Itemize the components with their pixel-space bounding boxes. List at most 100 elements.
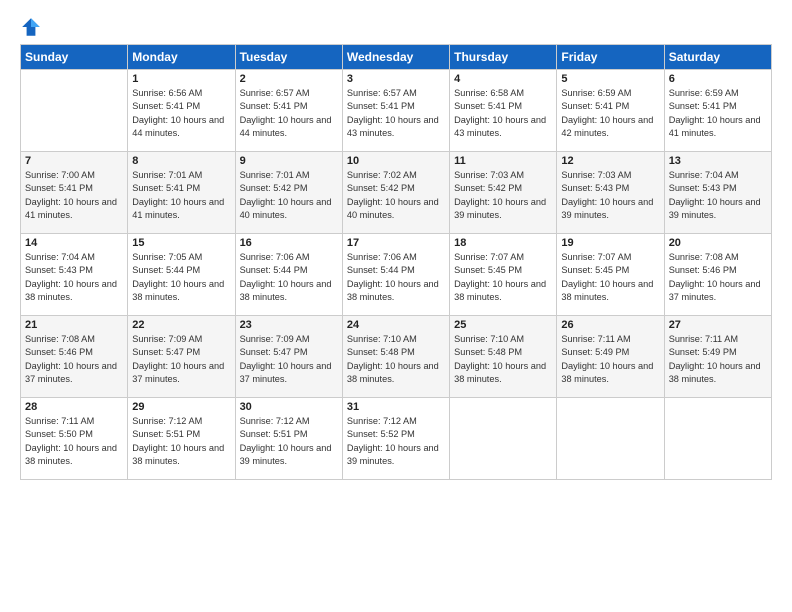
- cell-content: Sunrise: 7:00 AM Sunset: 5:41 PM Dayligh…: [25, 169, 123, 222]
- calendar-cell: 10 Sunrise: 7:02 AM Sunset: 5:42 PM Dayli…: [342, 152, 449, 234]
- calendar-cell: 24 Sunrise: 7:10 AM Sunset: 5:48 PM Dayli…: [342, 316, 449, 398]
- day-number: 17: [347, 237, 445, 249]
- day-number: 12: [561, 155, 659, 167]
- day-number: 2: [240, 73, 338, 85]
- cell-content: Sunrise: 6:56 AM Sunset: 5:41 PM Dayligh…: [132, 87, 230, 140]
- calendar-cell: 23 Sunrise: 7:09 AM Sunset: 5:47 PM Dayli…: [235, 316, 342, 398]
- cell-content: Sunrise: 7:02 AM Sunset: 5:42 PM Dayligh…: [347, 169, 445, 222]
- day-number: 10: [347, 155, 445, 167]
- calendar-page: SundayMondayTuesdayWednesdayThursdayFrid…: [0, 0, 792, 612]
- logo-icon: [20, 16, 42, 38]
- day-number: 20: [669, 237, 767, 249]
- calendar-cell: 29 Sunrise: 7:12 AM Sunset: 5:51 PM Dayli…: [128, 398, 235, 480]
- calendar-cell: 8 Sunrise: 7:01 AM Sunset: 5:41 PM Daylig…: [128, 152, 235, 234]
- calendar-cell: 22 Sunrise: 7:09 AM Sunset: 5:47 PM Dayli…: [128, 316, 235, 398]
- calendar-cell: 17Sunrise: 7:06 AM Sunset: 5:44 PM Dayli…: [342, 234, 449, 316]
- calendar-cell: 4 Sunrise: 6:58 AM Sunset: 5:41 PM Daylig…: [450, 70, 557, 152]
- cell-content: Sunrise: 7:07 AM Sunset: 5:45 PM Dayligh…: [561, 251, 659, 304]
- day-number: 6: [669, 73, 767, 85]
- calendar-cell: 2 Sunrise: 6:57 AM Sunset: 5:41 PM Daylig…: [235, 70, 342, 152]
- cell-content: Sunrise: 7:12 AM Sunset: 5:51 PM Dayligh…: [240, 415, 338, 468]
- calendar-cell: 21 Sunrise: 7:08 AM Sunset: 5:46 PM Dayli…: [21, 316, 128, 398]
- calendar-cell: 11Sunrise: 7:03 AM Sunset: 5:42 PM Dayli…: [450, 152, 557, 234]
- day-number: 30: [240, 401, 338, 413]
- day-number: 21: [25, 319, 123, 331]
- day-number: 5: [561, 73, 659, 85]
- day-number: 15: [132, 237, 230, 249]
- weekday-header: Sunday: [21, 45, 128, 70]
- cell-content: Sunrise: 7:09 AM Sunset: 5:47 PM Dayligh…: [132, 333, 230, 386]
- calendar-cell: 25 Sunrise: 7:10 AM Sunset: 5:48 PM Dayli…: [450, 316, 557, 398]
- weekday-header: Friday: [557, 45, 664, 70]
- calendar-cell: 18Sunrise: 7:07 AM Sunset: 5:45 PM Dayli…: [450, 234, 557, 316]
- calendar-cell: 14 Sunrise: 7:04 AM Sunset: 5:43 PM Dayli…: [21, 234, 128, 316]
- day-number: 25: [454, 319, 552, 331]
- cell-content: Sunrise: 7:01 AM Sunset: 5:42 PM Dayligh…: [240, 169, 338, 222]
- cell-content: Sunrise: 7:03 AM Sunset: 5:42 PM Dayligh…: [454, 169, 552, 222]
- calendar-week-row: 21 Sunrise: 7:08 AM Sunset: 5:46 PM Dayli…: [21, 316, 772, 398]
- day-number: 14: [25, 237, 123, 249]
- cell-content: Sunrise: 7:01 AM Sunset: 5:41 PM Dayligh…: [132, 169, 230, 222]
- day-number: 24: [347, 319, 445, 331]
- day-number: 26: [561, 319, 659, 331]
- cell-content: Sunrise: 7:03 AM Sunset: 5:43 PM Dayligh…: [561, 169, 659, 222]
- calendar-cell: 9 Sunrise: 7:01 AM Sunset: 5:42 PM Daylig…: [235, 152, 342, 234]
- cell-content: Sunrise: 7:10 AM Sunset: 5:48 PM Dayligh…: [454, 333, 552, 386]
- calendar-week-row: 7 Sunrise: 7:00 AM Sunset: 5:41 PM Daylig…: [21, 152, 772, 234]
- calendar-cell: 28 Sunrise: 7:11 AM Sunset: 5:50 PM Dayli…: [21, 398, 128, 480]
- weekday-header: Tuesday: [235, 45, 342, 70]
- cell-content: Sunrise: 6:58 AM Sunset: 5:41 PM Dayligh…: [454, 87, 552, 140]
- cell-content: Sunrise: 7:08 AM Sunset: 5:46 PM Dayligh…: [25, 333, 123, 386]
- calendar-cell: 12 Sunrise: 7:03 AM Sunset: 5:43 PM Dayli…: [557, 152, 664, 234]
- day-number: 28: [25, 401, 123, 413]
- calendar-cell: 1 Sunrise: 6:56 AM Sunset: 5:41 PM Daylig…: [128, 70, 235, 152]
- day-number: 1: [132, 73, 230, 85]
- day-number: 13: [669, 155, 767, 167]
- cell-content: Sunrise: 7:04 AM Sunset: 5:43 PM Dayligh…: [25, 251, 123, 304]
- cell-content: Sunrise: 7:08 AM Sunset: 5:46 PM Dayligh…: [669, 251, 767, 304]
- day-number: 19: [561, 237, 659, 249]
- day-number: 8: [132, 155, 230, 167]
- weekday-header: Saturday: [664, 45, 771, 70]
- day-number: 29: [132, 401, 230, 413]
- calendar-cell: 3 Sunrise: 6:57 AM Sunset: 5:41 PM Daylig…: [342, 70, 449, 152]
- cell-content: Sunrise: 7:04 AM Sunset: 5:43 PM Dayligh…: [669, 169, 767, 222]
- calendar-cell: 20 Sunrise: 7:08 AM Sunset: 5:46 PM Dayli…: [664, 234, 771, 316]
- cell-content: Sunrise: 7:11 AM Sunset: 5:49 PM Dayligh…: [561, 333, 659, 386]
- day-number: 22: [132, 319, 230, 331]
- cell-content: Sunrise: 6:57 AM Sunset: 5:41 PM Dayligh…: [347, 87, 445, 140]
- calendar-week-row: 1 Sunrise: 6:56 AM Sunset: 5:41 PM Daylig…: [21, 70, 772, 152]
- calendar-cell: 7 Sunrise: 7:00 AM Sunset: 5:41 PM Daylig…: [21, 152, 128, 234]
- day-number: 27: [669, 319, 767, 331]
- header-row-days: SundayMondayTuesdayWednesdayThursdayFrid…: [21, 45, 772, 70]
- cell-content: Sunrise: 6:59 AM Sunset: 5:41 PM Dayligh…: [561, 87, 659, 140]
- calendar-cell: 30 Sunrise: 7:12 AM Sunset: 5:51 PM Dayli…: [235, 398, 342, 480]
- cell-content: Sunrise: 7:07 AM Sunset: 5:45 PM Dayligh…: [454, 251, 552, 304]
- weekday-header: Monday: [128, 45, 235, 70]
- weekday-header: Thursday: [450, 45, 557, 70]
- cell-content: Sunrise: 7:11 AM Sunset: 5:50 PM Dayligh…: [25, 415, 123, 468]
- day-number: 31: [347, 401, 445, 413]
- calendar-week-row: 28 Sunrise: 7:11 AM Sunset: 5:50 PM Dayli…: [21, 398, 772, 480]
- day-number: 4: [454, 73, 552, 85]
- calendar-cell: 13 Sunrise: 7:04 AM Sunset: 5:43 PM Dayli…: [664, 152, 771, 234]
- day-number: 16: [240, 237, 338, 249]
- day-number: 23: [240, 319, 338, 331]
- calendar-cell: 31 Sunrise: 7:12 AM Sunset: 5:52 PM Dayli…: [342, 398, 449, 480]
- cell-content: Sunrise: 6:57 AM Sunset: 5:41 PM Dayligh…: [240, 87, 338, 140]
- day-number: 9: [240, 155, 338, 167]
- day-number: 3: [347, 73, 445, 85]
- cell-content: Sunrise: 7:12 AM Sunset: 5:51 PM Dayligh…: [132, 415, 230, 468]
- cell-content: Sunrise: 7:10 AM Sunset: 5:48 PM Dayligh…: [347, 333, 445, 386]
- weekday-header: Wednesday: [342, 45, 449, 70]
- cell-content: Sunrise: 7:12 AM Sunset: 5:52 PM Dayligh…: [347, 415, 445, 468]
- cell-content: Sunrise: 7:06 AM Sunset: 5:44 PM Dayligh…: [240, 251, 338, 304]
- calendar-cell: 15Sunrise: 7:05 AM Sunset: 5:44 PM Dayli…: [128, 234, 235, 316]
- cell-content: Sunrise: 7:09 AM Sunset: 5:47 PM Dayligh…: [240, 333, 338, 386]
- calendar-cell: 6Sunrise: 6:59 AM Sunset: 5:41 PM Daylig…: [664, 70, 771, 152]
- day-number: 7: [25, 155, 123, 167]
- calendar-cell: [664, 398, 771, 480]
- logo: [20, 16, 44, 38]
- calendar-cell: [450, 398, 557, 480]
- calendar-cell: 16 Sunrise: 7:06 AM Sunset: 5:44 PM Dayli…: [235, 234, 342, 316]
